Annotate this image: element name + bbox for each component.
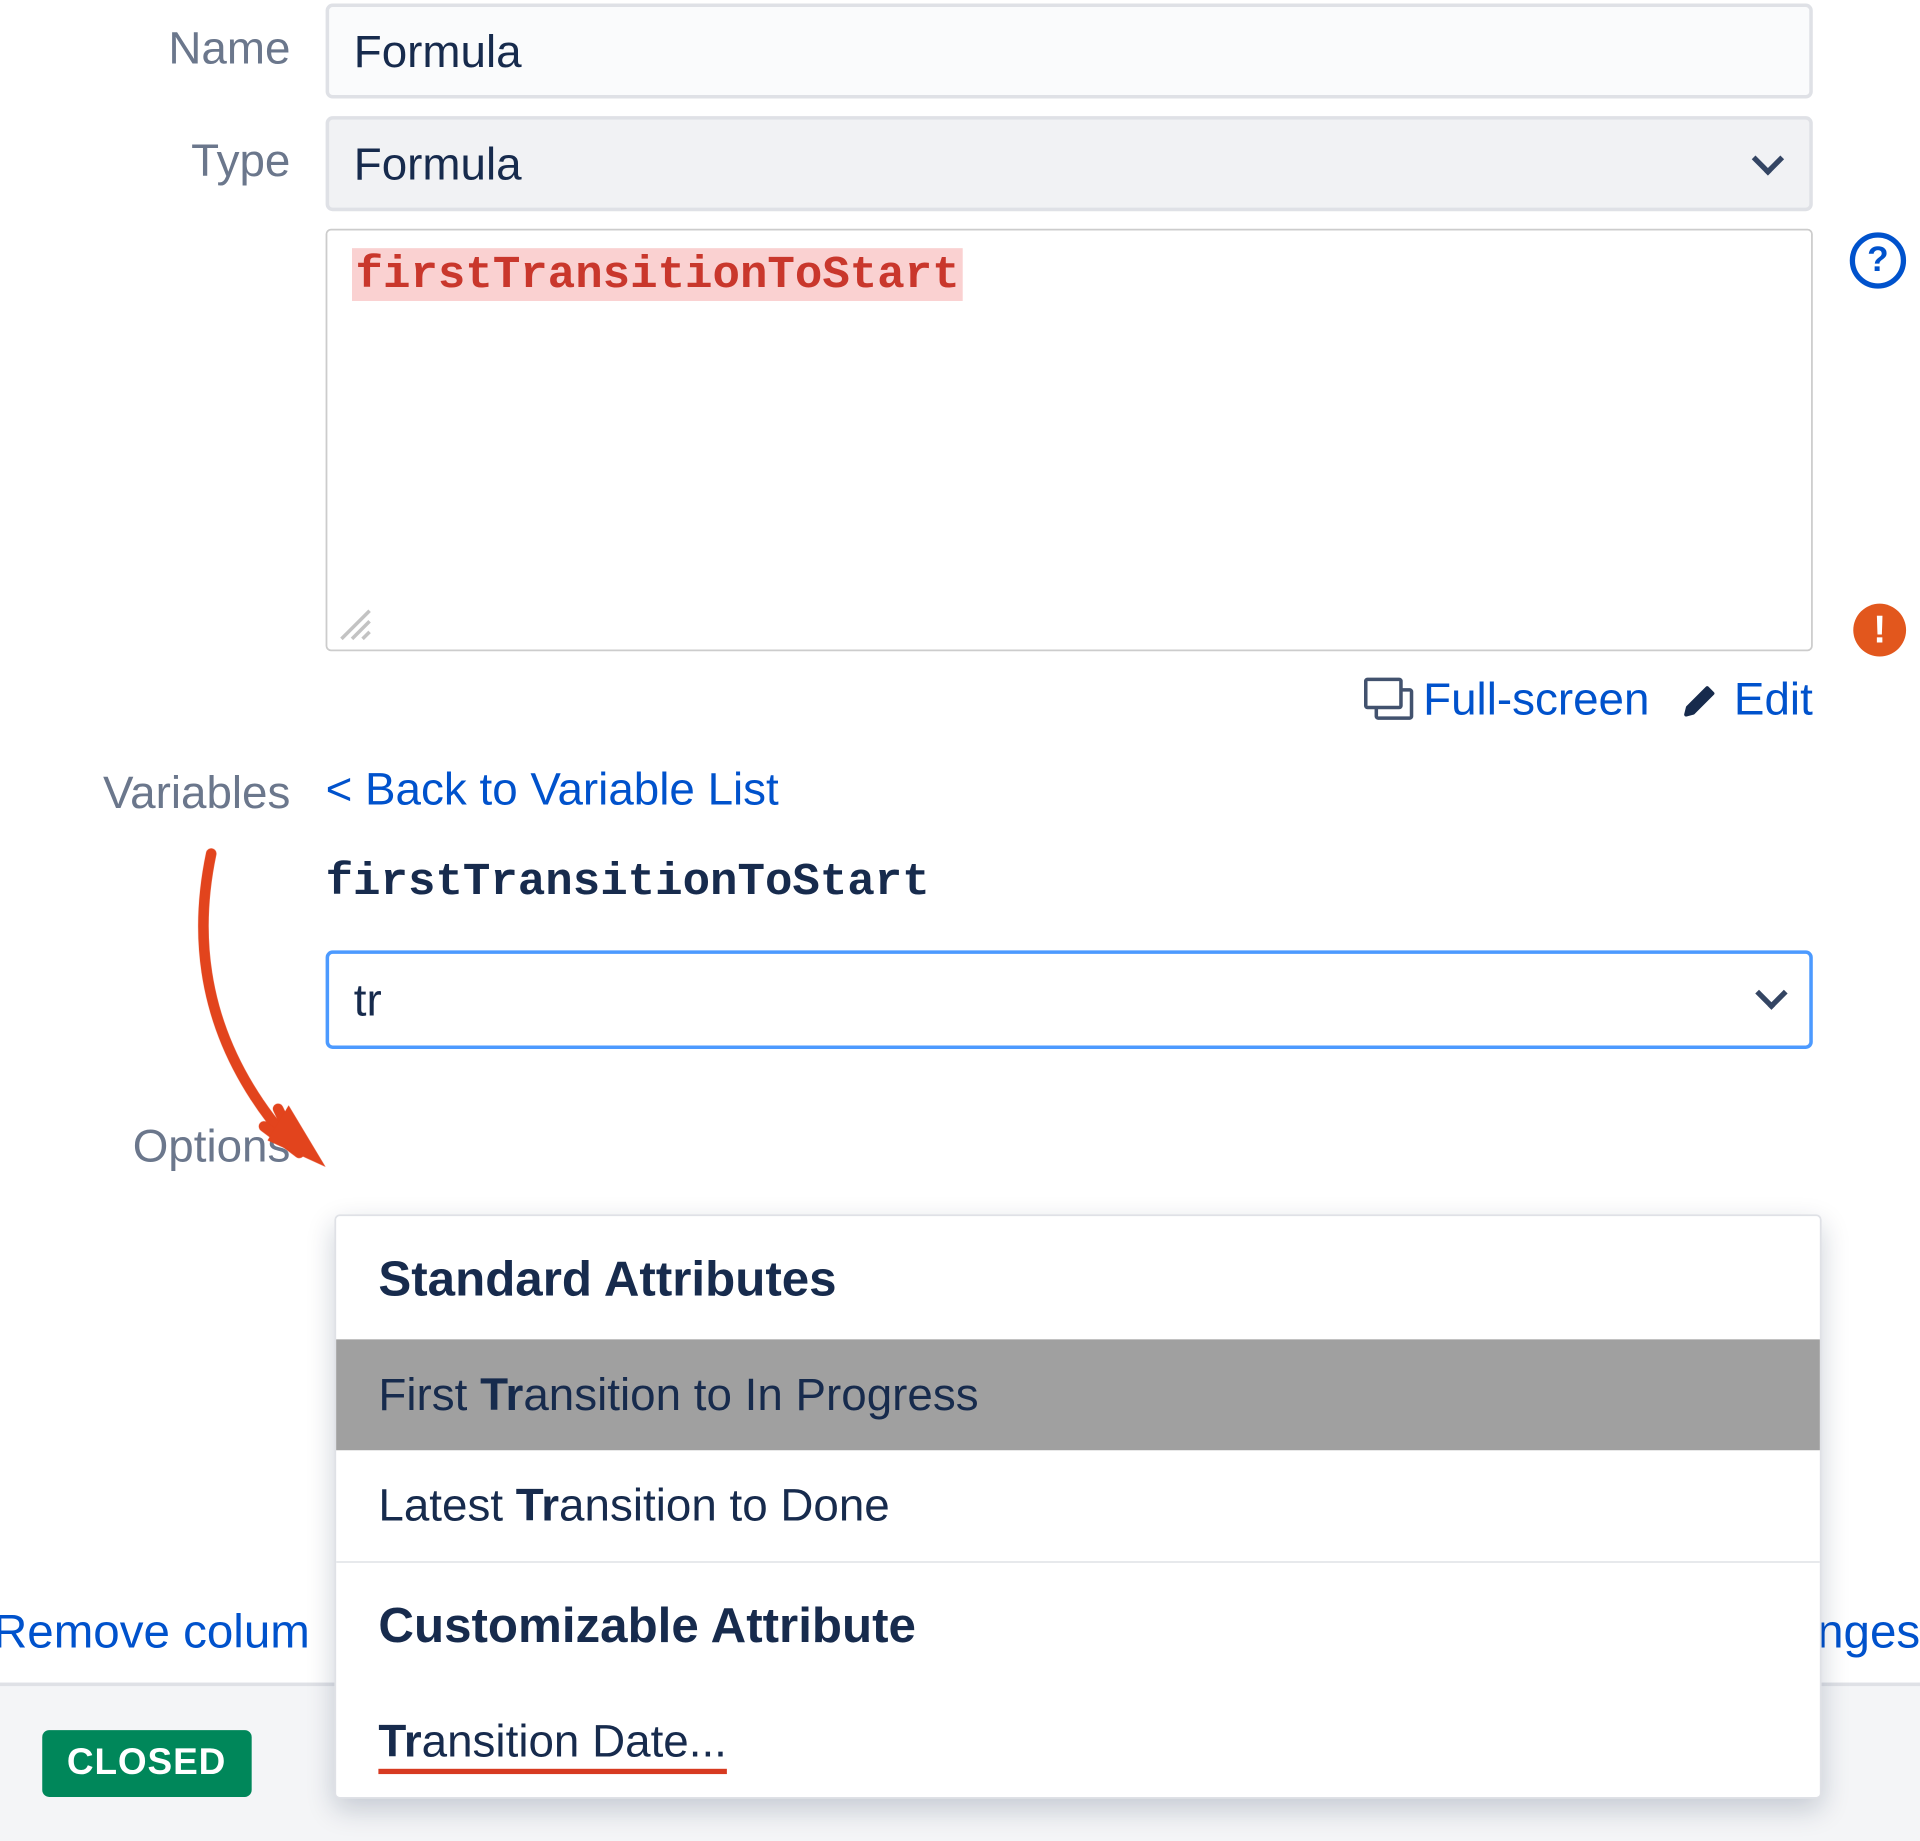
- changes-link-fragment[interactable]: nges: [1817, 1605, 1920, 1660]
- remove-column-link[interactable]: Remove colum: [0, 1605, 310, 1660]
- fullscreen-link[interactable]: Full-screen: [1367, 672, 1650, 727]
- type-label: Type: [191, 134, 290, 187]
- formula-editor[interactable]: firstTransitionToStart: [326, 229, 1813, 651]
- dropdown-item-first-transition[interactable]: First Transition to In Progress: [336, 1339, 1820, 1450]
- dropdown-group-standard: Standard Attributes: [336, 1216, 1820, 1339]
- chevron-down-icon[interactable]: [1756, 982, 1788, 1014]
- variable-search-input[interactable]: [326, 950, 1813, 1049]
- chevron-down-icon: [1753, 148, 1785, 180]
- name-label: Name: [168, 21, 290, 74]
- variables-label: Variables: [103, 766, 290, 819]
- edit-label: Edit: [1734, 672, 1813, 727]
- formula-token: firstTransitionToStart: [352, 248, 963, 301]
- attribute-dropdown: Standard Attributes First Transition to …: [334, 1214, 1821, 1798]
- type-select-value: Formula: [354, 136, 522, 191]
- edit-link[interactable]: Edit: [1681, 672, 1813, 727]
- fullscreen-icon: [1367, 680, 1409, 719]
- dropdown-group-customizable: Customizable Attribute: [336, 1563, 1820, 1686]
- resize-handle-icon[interactable]: [338, 607, 373, 642]
- options-label: Options: [133, 1119, 291, 1172]
- variable-name: firstTransitionToStart: [326, 855, 1824, 908]
- name-input[interactable]: [326, 4, 1813, 99]
- status-badge: CLOSED: [42, 1730, 251, 1797]
- dropdown-item-latest-transition[interactable]: Latest Transition to Done: [336, 1450, 1820, 1561]
- back-to-variable-list-link[interactable]: < Back to Variable List: [326, 762, 779, 815]
- fullscreen-label: Full-screen: [1423, 672, 1649, 727]
- dropdown-item-transition-date[interactable]: Transition Date...: [336, 1686, 1820, 1797]
- error-icon[interactable]: !: [1853, 604, 1906, 657]
- type-select[interactable]: Formula: [326, 116, 1813, 211]
- help-icon[interactable]: ?: [1850, 232, 1906, 288]
- pencil-icon: [1681, 680, 1720, 719]
